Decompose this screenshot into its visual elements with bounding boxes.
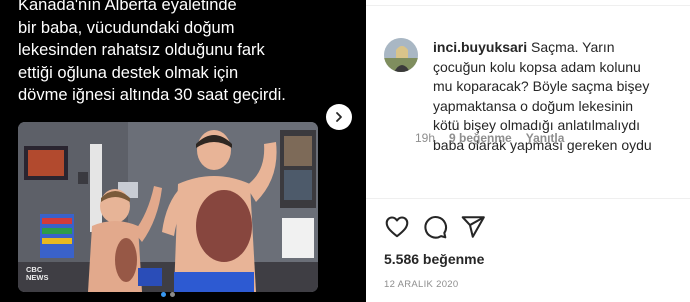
chevron-right-icon <box>336 112 342 122</box>
comment-time[interactable]: 19h <box>415 131 435 145</box>
comments-panel: inci.buyuksari Saçma. Yarın çocuğun kolu… <box>366 0 690 302</box>
comment-line: inci.buyuksari Saçma. Yarın <box>433 38 689 58</box>
caption-line: lekesinden rahatsız olduğunu fark <box>18 41 265 59</box>
avatar[interactable] <box>384 38 418 72</box>
carousel-next-button[interactable] <box>326 104 352 130</box>
photo-watermark: CBC NEWS <box>26 266 49 282</box>
comment-line: yapmaktansa o doğum lekesinin <box>433 97 634 114</box>
share-icon[interactable] <box>460 214 486 240</box>
post-date[interactable]: 12 ARALIK 2020 <box>384 279 458 290</box>
watermark-line: NEWS <box>26 273 49 282</box>
heart-icon[interactable] <box>384 214 410 240</box>
comment-likes[interactable]: 9 beğenme <box>449 131 512 145</box>
comment-username[interactable]: inci.buyuksari <box>433 39 527 55</box>
likes-count[interactable]: 5.586 beğenme <box>384 251 484 267</box>
header-strip <box>366 0 690 6</box>
post-actions <box>384 214 486 240</box>
carousel-dot-active[interactable] <box>161 292 166 297</box>
carousel-dot[interactable] <box>170 292 175 297</box>
more-options-icon[interactable] <box>556 0 570 3</box>
comment-line-text: Saçma. Yarın <box>531 39 615 55</box>
comment-line: çocuğun kolu kopsa adam kolunu <box>433 58 641 75</box>
comment-meta: 19h 9 beğenme Yanıtla <box>415 131 564 145</box>
comment-icon[interactable] <box>422 214 448 240</box>
carousel-dots <box>0 292 336 297</box>
caption-line: ettiği oğluna destek olmak için <box>18 63 239 82</box>
reply-button[interactable]: Yanıtla <box>526 131 565 145</box>
caption-line: dövme iğnesi altında 30 saat geçirdi. <box>18 86 286 104</box>
photo-illustration <box>18 122 318 292</box>
avatar-image <box>384 38 418 72</box>
divider <box>366 198 690 199</box>
comment-line: mu koparacak? Böyle saçma bişey <box>433 78 650 95</box>
caption-line: bir baba, vücudundaki doğum <box>18 18 235 37</box>
post-media: Kanada'nın Alberta eyaletinde bir baba, … <box>0 0 366 302</box>
post-caption: Kanada'nın Alberta eyaletinde bir baba, … <box>18 0 318 107</box>
caption-line: Kanada'nın Alberta eyaletinde <box>18 0 237 14</box>
post-photo[interactable]: CBC NEWS <box>18 122 318 292</box>
